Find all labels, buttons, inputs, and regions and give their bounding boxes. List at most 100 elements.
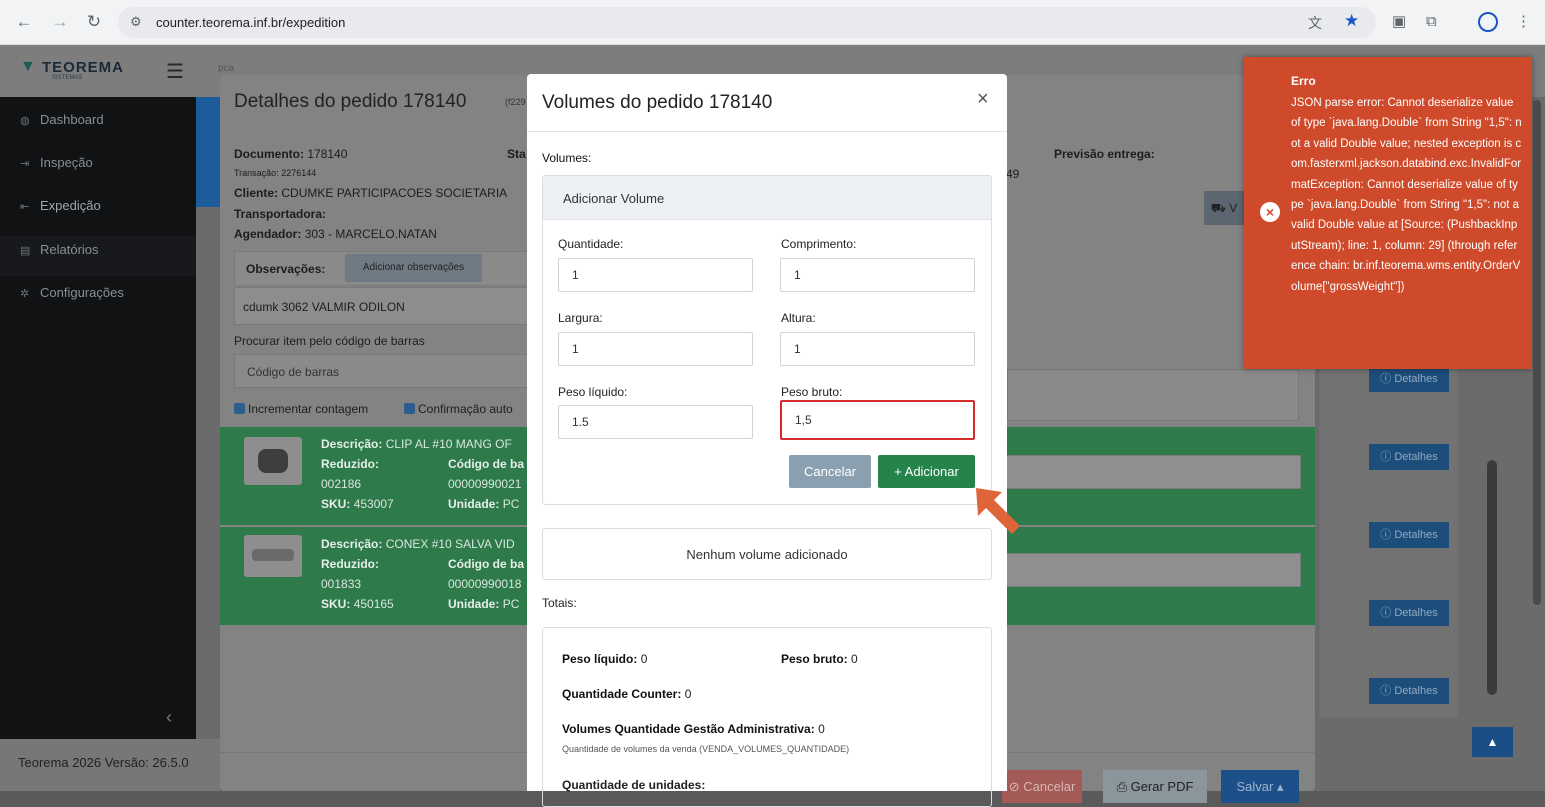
logo-icon: ▼ xyxy=(20,58,36,75)
item-quantity-input[interactable] xyxy=(1005,553,1301,587)
sidebar-item-dashboard[interactable]: ◍ Dashboard xyxy=(20,112,104,127)
barcode-input[interactable]: Código de barras xyxy=(234,354,534,388)
partial-value: 49 xyxy=(1006,167,1020,181)
peso-bruto-input[interactable]: 1,5 xyxy=(780,400,975,440)
volumes-modal: Volumes do pedido 178140 × Volumes: Adic… xyxy=(527,74,1007,807)
comprimento-label: Comprimento: xyxy=(781,237,857,251)
translate-icon[interactable]: 文 xyxy=(1308,13,1322,33)
detalhes-button[interactable]: ⓘ Detalhes xyxy=(1369,444,1449,470)
barcode-search-label: Procurar item pelo código de barras xyxy=(234,334,425,348)
volumes-gestao-note: Quantidade de volumes da venda (VENDA_VO… xyxy=(562,744,850,754)
cancel-button[interactable]: Cancelar xyxy=(789,455,871,488)
altura-input[interactable]: 1 xyxy=(780,332,975,366)
gerar-pdf-button[interactable]: ⎙ Gerar PDF xyxy=(1103,770,1207,803)
total-peso-bruto: Peso bruto: 0 xyxy=(781,652,858,666)
barcode-input-extension xyxy=(1007,369,1299,421)
url-text: counter.teorema.inf.br/expedition xyxy=(156,15,346,30)
total-quantidade-counter: Quantidade Counter: 0 xyxy=(562,687,692,701)
error-toast-title: Erro xyxy=(1291,74,1316,88)
empty-volumes-card: Nenhum volume adicionado xyxy=(542,528,992,580)
profile-avatar[interactable] xyxy=(1478,12,1498,32)
sidebar-item-inspecao[interactable]: ⇥ Inspeção xyxy=(20,155,93,170)
reload-icon[interactable]: ↻ xyxy=(84,12,104,32)
sidebar-item-configuracoes[interactable]: ✲ Configurações xyxy=(20,285,124,300)
detalhes-button[interactable]: ⓘ Detalhes xyxy=(1369,678,1449,704)
page-scrollbar[interactable] xyxy=(1533,100,1541,605)
ban-icon: ⊘ xyxy=(1008,779,1020,794)
add-volume-title: Adicionar Volume xyxy=(563,191,665,206)
incrementar-contagem-checkbox[interactable]: Incrementar contagem xyxy=(234,402,368,416)
transacao-text: Transação: 2276144 xyxy=(234,168,317,178)
gear-icon: ✲ xyxy=(20,288,30,300)
forward-icon[interactable]: → xyxy=(50,12,70,32)
total-peso-liquido: Peso líquido: 0 xyxy=(562,652,648,666)
menu-kebab-icon[interactable]: ⋮ xyxy=(1516,13,1531,31)
totals-label: Totais: xyxy=(542,596,577,610)
sign-in-icon: ⇥ xyxy=(20,158,30,170)
sidebar: ◍ Dashboard ⇥ Inspeção ⇤ Expedição ▤ Relatór… xyxy=(0,97,196,739)
dashboard-icon: ◍ xyxy=(20,115,30,127)
browser-toolbar: ← → ↻ ⚙ counter.teorema.inf.br/expeditio… xyxy=(0,0,1545,45)
app-footer: Teorema 2026 Versão: 26.5.0 xyxy=(0,739,220,791)
detalhes-button[interactable]: ⓘ Detalhes xyxy=(1369,522,1449,548)
total-volumes-gestao: Volumes Quantidade Gestão Administrativa… xyxy=(562,722,825,736)
file-icon: ▤ xyxy=(20,245,31,257)
site-settings-icon[interactable]: ⚙ xyxy=(130,14,142,30)
sidebar-item-expedicao[interactable]: ⇤ Expedição xyxy=(20,198,101,213)
product-thumbnail xyxy=(244,535,302,577)
add-volume-button[interactable]: + Adicionar xyxy=(878,455,975,488)
back-to-top-button[interactable]: ▲ xyxy=(1472,727,1513,757)
topbar-text: pca xyxy=(218,63,235,74)
bookmark-star-icon[interactable]: ★ xyxy=(1344,11,1359,31)
total-quantidade-unidades: Quantidade de unidades: xyxy=(562,778,706,792)
logo-text: TEOREMA xyxy=(42,59,124,76)
truck-button[interactable]: ⛟ V xyxy=(1204,191,1244,225)
address-bar[interactable]: ⚙ counter.teorema.inf.br/expedition 文 ★ xyxy=(118,7,1376,38)
observacoes-label: Observações: xyxy=(246,262,326,276)
altura-label: Altura: xyxy=(781,311,816,325)
print-icon: ⎙ xyxy=(1116,779,1127,794)
extensions-icon[interactable]: ⧉ xyxy=(1426,13,1437,31)
product-thumbnail xyxy=(244,437,302,485)
documento-line: Documento: 178140 xyxy=(234,147,348,161)
detalhes-button[interactable]: ⓘ Detalhes xyxy=(1369,366,1449,392)
cancelar-order-button[interactable]: ⊘ Cancelar xyxy=(1002,770,1082,803)
salvar-button[interactable]: Salvar ▴ xyxy=(1221,770,1299,803)
item-quantity-input[interactable] xyxy=(1005,455,1301,489)
volumes-modal-title: Volumes do pedido 178140 xyxy=(542,92,773,113)
info-icon: ⓘ xyxy=(1380,373,1392,385)
confirmacao-auto-checkbox[interactable]: Confirmação auto xyxy=(404,402,513,416)
reading-mode-icon[interactable]: ▣ xyxy=(1392,13,1406,31)
volumes-label: Volumes: xyxy=(542,151,592,165)
quantidade-input[interactable]: 1 xyxy=(558,258,753,292)
version-text: Teorema 2026 Versão: 26.5.0 xyxy=(18,755,189,770)
annotation-arrow-icon xyxy=(976,488,1020,534)
sidebar-collapse-icon[interactable]: ‹ xyxy=(166,707,172,728)
sidebar-item-relatorios[interactable]: ▤ Relatórios xyxy=(20,242,99,257)
close-icon[interactable]: × xyxy=(977,88,989,111)
info-icon: ⓘ xyxy=(1380,685,1392,697)
add-observation-button[interactable]: Adicionar observações xyxy=(345,254,482,282)
agendador-line: Agendador: 303 - MARCELO.NATAN xyxy=(234,227,437,241)
error-circle-icon: × xyxy=(1260,202,1280,222)
info-icon: ⓘ xyxy=(1380,451,1392,463)
list-scrollbar[interactable] xyxy=(1487,460,1497,695)
cliente-line: Cliente: CDUMKE PARTICIPACOES SOCIETARIA xyxy=(234,186,508,200)
comprimento-input[interactable]: 1 xyxy=(780,258,975,292)
observacoes-content: cdumk 3062 VALMIR ODILON xyxy=(234,287,534,325)
previsao-label: Previsão entrega: xyxy=(1054,147,1155,161)
error-toast-message: JSON parse error: Cannot deserialize val… xyxy=(1291,97,1522,293)
sign-out-icon: ⇤ xyxy=(20,201,30,213)
error-toast[interactable]: × Erro JSON parse error: Cannot deserial… xyxy=(1244,57,1532,369)
quantidade-label: Quantidade: xyxy=(558,237,624,251)
largura-input[interactable]: 1 xyxy=(558,332,753,366)
transportadora-line: Transportadora: xyxy=(234,207,327,221)
peso-liquido-input[interactable]: 1.5 xyxy=(558,405,753,439)
truck-icon: ⛟ xyxy=(1210,201,1226,215)
hamburger-menu-icon[interactable]: ☰ xyxy=(166,59,184,84)
detalhes-button[interactable]: ⓘ Detalhes xyxy=(1369,600,1449,626)
largura-label: Largura: xyxy=(558,311,603,325)
add-volume-card-header: Adicionar Volume xyxy=(543,176,991,220)
back-icon[interactable]: ← xyxy=(14,12,34,32)
info-icon: ⓘ xyxy=(1380,529,1392,541)
